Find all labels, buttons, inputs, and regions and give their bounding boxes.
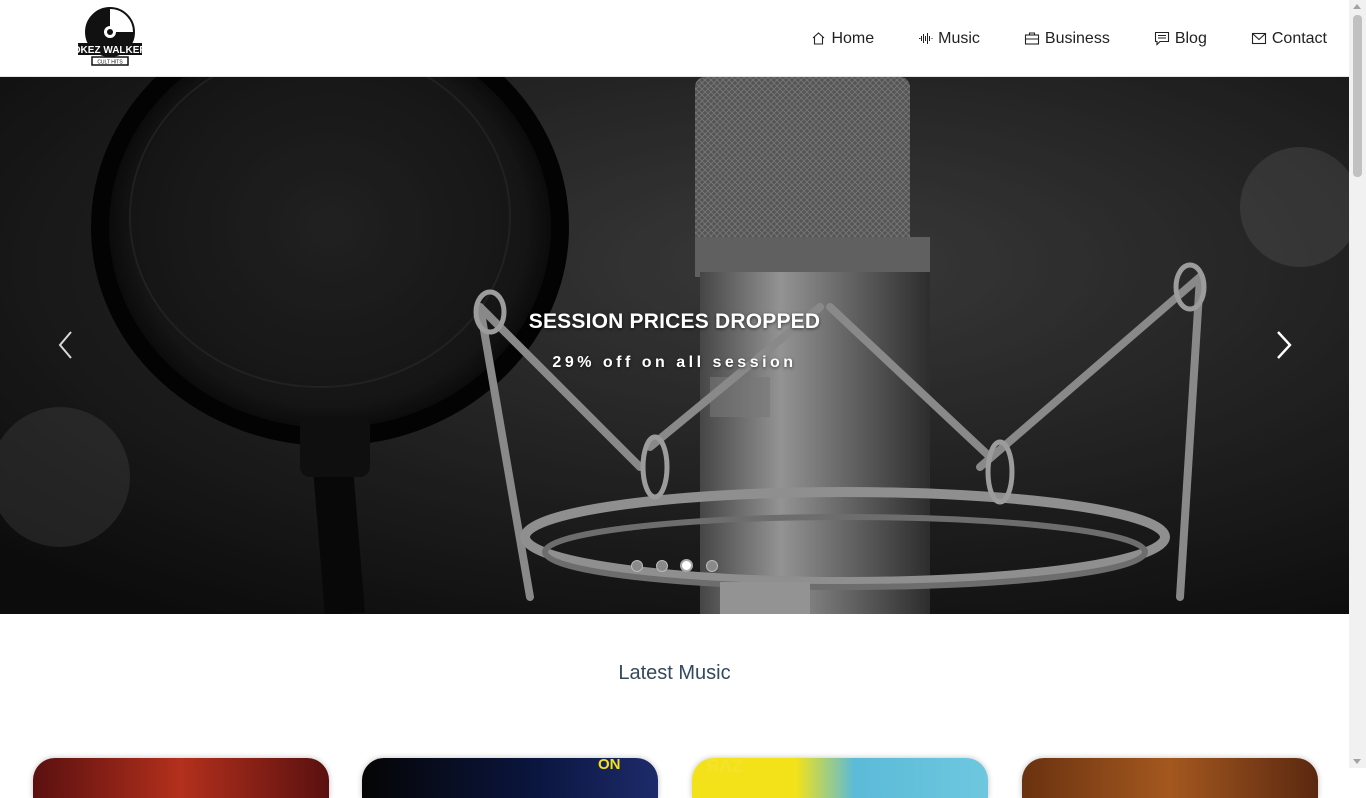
music-card-1[interactable] [33, 758, 329, 798]
music-card-3[interactable]: ЯAZ [692, 758, 988, 798]
site-header: DKEZ WALKER CULT HITS Home Music Busines… [0, 0, 1349, 77]
scroll-up-arrow-icon[interactable] [1353, 4, 1361, 9]
hero-slider: SESSION PRICES DROPPED 29% off on all se… [0, 77, 1349, 614]
scroll-thumb[interactable] [1353, 15, 1362, 177]
vinyl-logo-icon: DKEZ WALKER CULT HITS [73, 7, 147, 66]
slider-dots [0, 557, 1349, 575]
nav-label-home: Home [831, 29, 875, 47]
chevron-left-icon [58, 331, 72, 359]
nav-item-contact[interactable]: Contact [1251, 30, 1327, 48]
nav-label-business: Business [1044, 29, 1110, 47]
slider-next-button[interactable] [1272, 329, 1296, 361]
nav-item-home[interactable]: Home [811, 30, 874, 48]
slider-dot-4[interactable] [705, 559, 718, 572]
slider-dot-2[interactable] [655, 559, 668, 572]
music-card-4[interactable] [1022, 758, 1318, 798]
main-nav: Home Music Business Blog Contact [767, 0, 1327, 77]
hero-title: SESSION PRICES DROPPED [528, 310, 821, 333]
music-card-2-text: ON [598, 758, 621, 773]
waveform-icon [919, 33, 933, 44]
hero-subtitle: 29% off on all session [552, 354, 797, 371]
chevron-right-icon [1277, 331, 1292, 359]
brand-logo[interactable]: DKEZ WALKER CULT HITS [73, 6, 147, 68]
studio-microphone-image [0, 77, 1349, 614]
nav-item-music[interactable]: Music [918, 30, 980, 48]
scroll-down-arrow-icon[interactable] [1353, 759, 1361, 764]
logo-subtext: CULT HITS [97, 60, 123, 66]
nav-label-contact: Contact [1271, 29, 1327, 47]
slider-dot-3[interactable] [680, 559, 694, 573]
slider-dot-1[interactable] [631, 559, 644, 572]
logo-text: DKEZ WALKER [76, 45, 144, 56]
chat-icon [1154, 31, 1169, 46]
nav-item-blog[interactable]: Blog [1154, 30, 1207, 48]
slider-prev-button[interactable] [55, 329, 79, 361]
nav-label-music: Music [938, 29, 980, 47]
briefcase-icon [1024, 32, 1039, 45]
nav-label-blog: Blog [1174, 29, 1207, 47]
nav-item-business[interactable]: Business [1024, 30, 1110, 48]
music-card-2[interactable]: ON [362, 758, 658, 798]
latest-music-title: Latest Music [618, 662, 731, 684]
envelope-icon [1251, 32, 1266, 45]
page-scrollbar[interactable] [1349, 0, 1366, 768]
house-icon [813, 32, 825, 45]
